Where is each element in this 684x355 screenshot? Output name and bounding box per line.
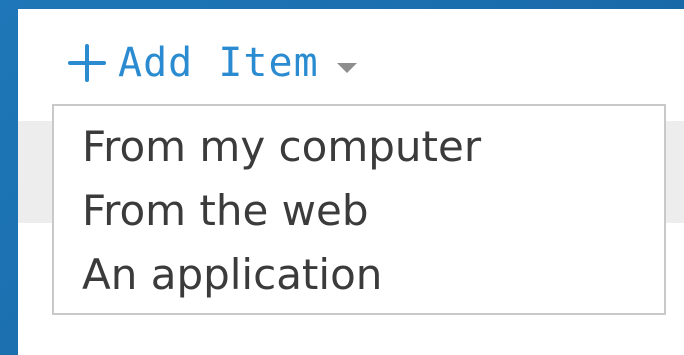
add-item-button[interactable]: Add Item (68, 31, 357, 95)
add-item-label: Add Item (118, 40, 319, 86)
menu-item-an-application[interactable]: An application (54, 242, 664, 306)
menu-item-from-my-computer[interactable]: From my computer (54, 114, 664, 178)
menu-item-from-the-web[interactable]: From the web (54, 178, 664, 242)
plus-icon (68, 44, 106, 82)
content-panel: Add Item From my computer From the web A… (18, 9, 684, 355)
add-item-dropdown-menu: From my computer From the web An applica… (52, 104, 666, 315)
chevron-down-icon[interactable] (336, 63, 357, 73)
